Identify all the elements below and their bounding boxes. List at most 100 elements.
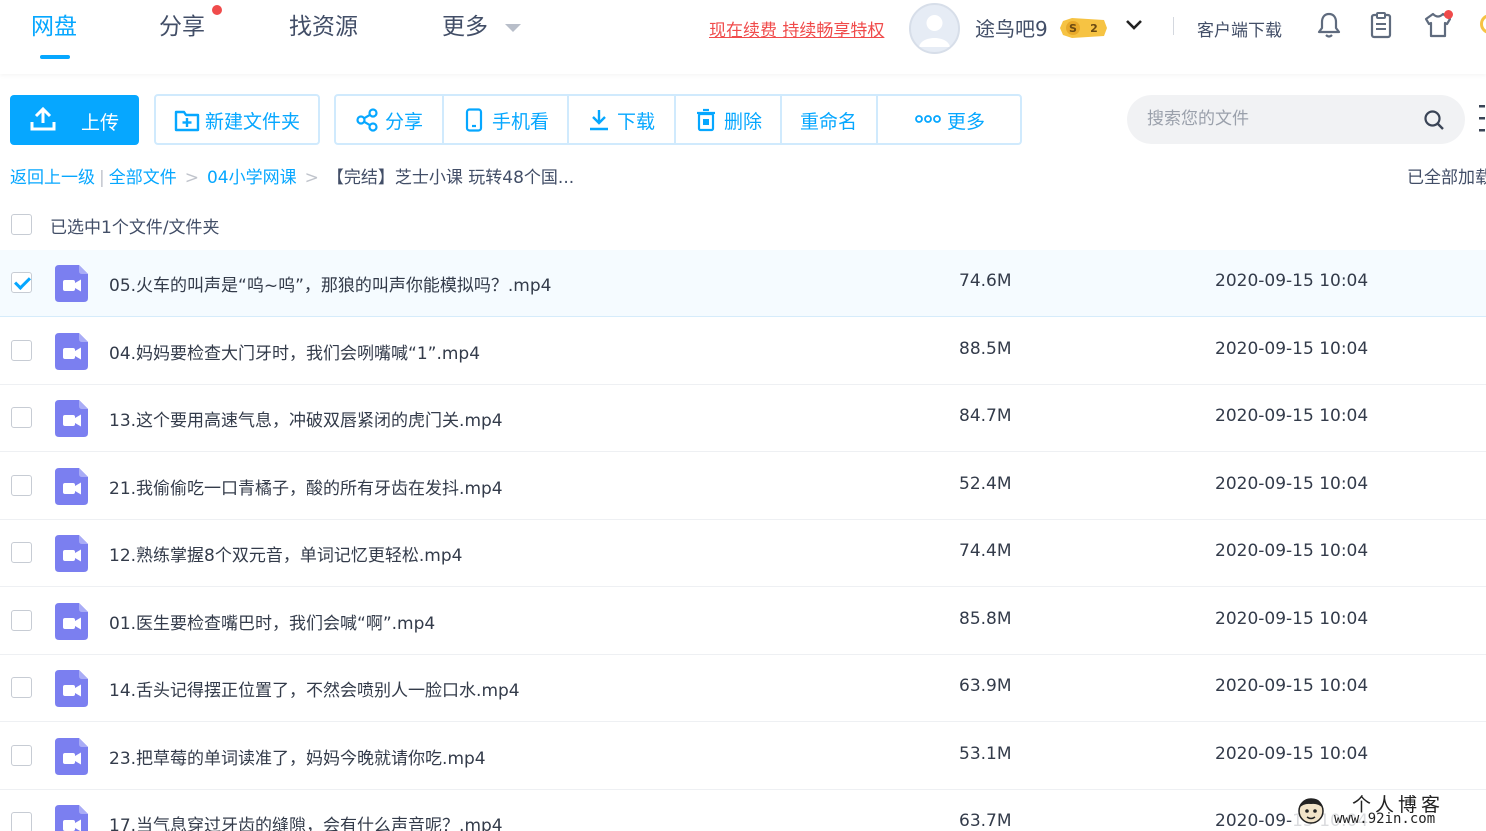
active-tab-indicator bbox=[40, 55, 70, 59]
file-size: 84.7M bbox=[959, 406, 1012, 426]
chevron-down-icon[interactable] bbox=[505, 24, 521, 32]
video-file-icon bbox=[55, 265, 88, 302]
nav-divider bbox=[1173, 17, 1174, 35]
row-checkbox[interactable] bbox=[11, 475, 32, 496]
phone-view-button[interactable]: 手机看 bbox=[444, 96, 567, 143]
loaded-status: 已全部加载 bbox=[1407, 168, 1486, 188]
file-row[interactable]: 05.火车的叫声是“呜~呜”，那狼的叫声你能模拟吗？.mp4 74.6M 2020-… bbox=[0, 250, 1486, 317]
file-name[interactable]: 14.舌头记得摆正位置了，不然会喷别人一脸口水.mp4 bbox=[109, 676, 520, 701]
file-name[interactable]: 05.火车的叫声是“呜~呜”，那狼的叫声你能模拟吗？.mp4 bbox=[109, 271, 551, 296]
bell-icon[interactable] bbox=[1315, 11, 1343, 39]
video-file-icon bbox=[55, 400, 88, 437]
phone-view-label: 手机看 bbox=[492, 111, 550, 133]
row-checkbox[interactable] bbox=[11, 677, 32, 698]
file-row[interactable]: 17.当气息穿过牙齿的缝隙，会有什么声音呢？.mp4 63.7M 2020-09-1… bbox=[0, 790, 1486, 831]
file-size: 63.7M bbox=[959, 811, 1012, 831]
row-checkbox[interactable] bbox=[11, 340, 32, 361]
breadcrumb-folder-link[interactable]: 04小学网课 bbox=[207, 168, 297, 188]
file-row[interactable]: 13.这个要用高速气息，冲破双唇紧闭的虎门关.mp4 84.7M 2020-09-1… bbox=[0, 385, 1486, 452]
breadcrumb: 返回上一级 | 全部文件 >04小学网课 > 【完结】芝士小课 玩转48个国... bbox=[10, 166, 574, 190]
delete-button[interactable]: 删除 bbox=[676, 96, 780, 143]
row-checkbox[interactable] bbox=[11, 407, 32, 428]
file-row[interactable]: 04.妈妈要检查大门牙时，我们会咧嘴喊“1”.mp4 88.5M 2020-09-1… bbox=[0, 318, 1486, 385]
tshirt-badge-dot bbox=[1444, 10, 1453, 19]
file-name[interactable]: 21.我偷偷吃一口青橘子，酸的所有牙齿在发抖.mp4 bbox=[109, 474, 503, 499]
phone-icon bbox=[465, 108, 483, 132]
clipboard-icon[interactable] bbox=[1367, 11, 1395, 39]
view-options-icon[interactable] bbox=[1476, 104, 1486, 134]
tab-netdisk[interactable]: 网盘 bbox=[31, 10, 77, 44]
download-label: 下载 bbox=[617, 111, 656, 133]
upload-label: 上传 bbox=[81, 112, 120, 134]
file-row[interactable]: 01.医生要检查嘴巴时，我们会喊“啊”.mp4 85.8M 2020-09-15 1… bbox=[0, 588, 1486, 655]
file-name[interactable]: 17.当气息穿过牙齿的缝隙，会有什么声音呢？.mp4 bbox=[109, 811, 503, 831]
upload-button[interactable]: 上传 bbox=[10, 95, 139, 145]
cartoon-face-icon bbox=[1298, 798, 1324, 824]
file-size: 88.5M bbox=[959, 339, 1012, 359]
new-folder-label: 新建文件夹 bbox=[205, 111, 301, 133]
more-actions-button[interactable]: 更多 bbox=[878, 96, 1020, 143]
tab-more[interactable]: 更多 bbox=[442, 10, 488, 44]
coin-icon[interactable] bbox=[1480, 14, 1486, 34]
file-name[interactable]: 04.妈妈要检查大门牙时，我们会咧嘴喊“1”.mp4 bbox=[109, 339, 480, 364]
delete-label: 删除 bbox=[724, 111, 763, 133]
rename-label: 重命名 bbox=[800, 111, 858, 133]
breadcrumb-current: 【完结】芝士小课 玩转48个国... bbox=[326, 168, 575, 188]
select-all-checkbox[interactable] bbox=[11, 214, 32, 235]
watermark-url: www.92in.com bbox=[1334, 811, 1436, 827]
row-checkbox[interactable] bbox=[11, 610, 32, 631]
breadcrumb-separator: | bbox=[99, 168, 105, 188]
trash-icon bbox=[697, 108, 715, 132]
selection-count-label: 已选中1个文件/文件夹 bbox=[50, 218, 220, 238]
file-name[interactable]: 13.这个要用高速气息，冲破双唇紧闭的虎门关.mp4 bbox=[109, 406, 503, 431]
file-row[interactable]: 21.我偷偷吃一口青橘子，酸的所有牙齿在发抖.mp4 52.4M 2020-09-1… bbox=[0, 453, 1486, 520]
new-folder-button[interactable]: 新建文件夹 bbox=[154, 94, 320, 145]
blog-watermark: 个人博客 www.92in.com bbox=[1292, 790, 1486, 831]
ellipsis-icon bbox=[915, 115, 941, 123]
file-name[interactable]: 01.医生要检查嘴巴时，我们会喊“啊”.mp4 bbox=[109, 609, 435, 634]
row-checkbox[interactable] bbox=[11, 272, 32, 293]
file-size: 74.4M bbox=[959, 541, 1012, 561]
client-download-link[interactable]: 客户端下载 bbox=[1197, 16, 1282, 41]
file-name[interactable]: 12.熟练掌握8个双元音，单词记忆更轻松.mp4 bbox=[109, 541, 462, 566]
avatar[interactable] bbox=[909, 3, 960, 54]
file-action-group: 分享 手机看 下载 删除 重命名 更多 bbox=[334, 94, 1022, 145]
video-file-icon bbox=[55, 333, 88, 370]
file-date: 2020-09-15 10:04 bbox=[1215, 744, 1369, 764]
renew-promo-link[interactable]: 现在续费 持续畅享特权 bbox=[709, 16, 884, 41]
row-checkbox[interactable] bbox=[11, 542, 32, 563]
file-date: 2020-09-15 10:04 bbox=[1215, 541, 1369, 561]
video-file-icon bbox=[55, 738, 88, 775]
selection-header: 已选中1个文件/文件夹 bbox=[0, 200, 1486, 250]
username[interactable]: 途鸟吧9 bbox=[975, 13, 1048, 42]
tab-share[interactable]: 分享 bbox=[159, 10, 205, 44]
breadcrumb-separator: > bbox=[304, 168, 319, 188]
breadcrumb-back-link[interactable]: 返回上一级 bbox=[10, 168, 95, 188]
search-icon[interactable] bbox=[1423, 109, 1445, 131]
file-row[interactable]: 23.把草莓的单词读准了，妈妈今晚就请你吃.mp4 53.1M 2020-09-15… bbox=[0, 723, 1486, 790]
upload-icon bbox=[30, 107, 56, 131]
share-icon bbox=[356, 108, 378, 132]
file-size: 63.9M bbox=[959, 676, 1012, 696]
file-row[interactable]: 12.熟练掌握8个双元音，单词记忆更轻松.mp4 74.4M 2020-09-15 … bbox=[0, 520, 1486, 587]
file-row[interactable]: 14.舌头记得摆正位置了，不然会喷别人一脸口水.mp4 63.9M 2020-09-… bbox=[0, 655, 1486, 722]
video-file-icon bbox=[55, 468, 88, 505]
share-button[interactable]: 分享 bbox=[336, 96, 442, 143]
user-silhouette-icon bbox=[919, 15, 950, 47]
file-date: 2020-09-15 10:04 bbox=[1215, 406, 1369, 426]
download-button[interactable]: 下载 bbox=[569, 96, 674, 143]
row-checkbox[interactable] bbox=[11, 745, 32, 766]
tab-find-resources[interactable]: 找资源 bbox=[289, 10, 358, 44]
video-file-icon bbox=[55, 670, 88, 707]
file-name[interactable]: 23.把草莓的单词读准了，妈妈今晚就请你吃.mp4 bbox=[109, 744, 486, 769]
rename-button[interactable]: 重命名 bbox=[782, 96, 876, 143]
file-date: 2020-09-15 10:04 bbox=[1215, 339, 1369, 359]
row-checkbox[interactable] bbox=[11, 812, 32, 831]
user-menu-chevron-icon[interactable] bbox=[1124, 14, 1144, 34]
breadcrumb-all-files[interactable]: 全部文件 bbox=[109, 168, 177, 188]
file-size: 52.4M bbox=[959, 474, 1012, 494]
file-date: 2020-09-15 10:04 bbox=[1215, 609, 1369, 629]
breadcrumb-separator: > bbox=[184, 168, 199, 188]
svip-badge-icon: S 2 bbox=[1060, 18, 1107, 38]
search-input[interactable] bbox=[1147, 105, 1417, 133]
